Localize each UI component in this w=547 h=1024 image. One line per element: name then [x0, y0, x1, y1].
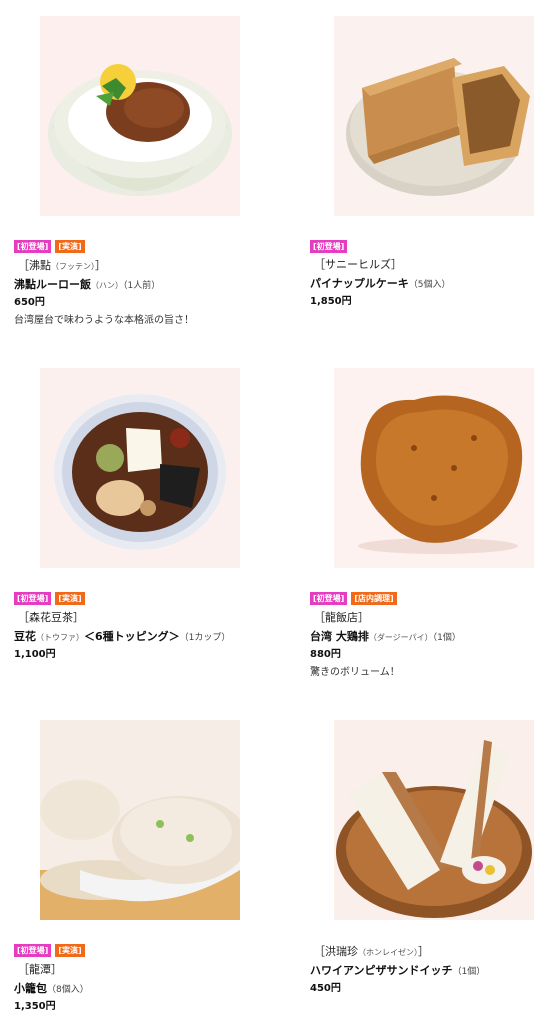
product-photo-sandwich[interactable] [334, 720, 534, 920]
name-reading: （ハン） [91, 281, 123, 290]
badge-new: [初登場] [14, 944, 52, 957]
product-name[interactable]: ハワイアンピザサンドイッチ（1個） [310, 963, 485, 980]
product-price: 650円 [14, 297, 45, 308]
pineapple-cake-icon [334, 16, 534, 216]
product-quantity: （5個入） [408, 280, 451, 290]
braised-pork-rice-bowl-icon [40, 16, 240, 216]
shop-reading: （ホンレイゼン） [358, 948, 418, 957]
badge-group: [初登場] [店内調理] [310, 592, 397, 605]
name-reading: （トウファ） [36, 633, 84, 642]
product-photo-braised-pork-rice[interactable] [40, 16, 240, 216]
badge-group: [初登場] [310, 240, 348, 253]
product-price: 1,850円 [310, 296, 352, 307]
product-description: 台湾屋台で味わうような本格派の旨さ！ [14, 315, 194, 326]
product-photo-pineapple-cake[interactable] [334, 16, 534, 216]
product-photo-fried-chicken[interactable] [334, 368, 534, 568]
shop-name: ［龍飯店］ [314, 611, 369, 624]
badge-new: [初登場] [14, 592, 52, 605]
product-photo-douhua[interactable] [40, 368, 240, 568]
badge-new: [初登場] [14, 240, 52, 253]
product-price: 880円 [310, 649, 341, 660]
shop-name: ［森花豆茶］ [18, 611, 84, 624]
product-quantity: （1カップ） [179, 633, 231, 643]
badge-new: [初登場] [310, 240, 348, 253]
sandwich-plate-icon [334, 720, 534, 920]
product-price: 1,350円 [14, 1001, 56, 1012]
douhua-bowl-icon [40, 368, 240, 568]
fried-chicken-cutlet-icon [334, 368, 534, 568]
badge-new: [初登場] [310, 592, 348, 605]
badge-in-store-cooking: [店内調理] [351, 592, 397, 605]
product-price: 1,100円 [14, 649, 56, 660]
product-name[interactable]: 沸點ルーロー飯（ハン）（1人前） [14, 277, 160, 294]
name-reading: （ダージーパイ） [368, 633, 433, 642]
product-quantity: （1個） [432, 633, 461, 643]
badge-live-demo: [実演] [55, 240, 85, 253]
product-photo-xiaolongbao[interactable] [40, 720, 240, 920]
badge-live-demo: [実演] [55, 592, 85, 605]
shop-name: ［洪瑞珍（ホンレイゼン）］ [314, 945, 429, 958]
name-extra: ＜6種トッピング＞ [84, 630, 180, 643]
xiaolongbao-icon [40, 720, 240, 920]
product-name[interactable]: 小籠包（8個入） [14, 981, 89, 998]
product-quantity: （1個） [452, 967, 486, 977]
shop-name: ［サニーヒルズ］ [314, 258, 402, 271]
product-description: 驚きのボリューム！ [310, 667, 400, 678]
product-quantity: （1人前） [123, 281, 161, 291]
product-quantity: （8個入） [47, 985, 89, 995]
badge-group: [初登場] [実演] [14, 592, 85, 605]
product-name[interactable]: 台湾 大鶏排（ダージーパイ）（1個） [310, 629, 461, 646]
shop-reading: （フッテン） [51, 262, 95, 271]
shop-name: ［沸點（フッテン）］ [18, 259, 106, 272]
product-name[interactable]: 豆花（トウファ）＜6種トッピング＞（1カップ） [14, 629, 230, 646]
product-price: 450円 [310, 983, 341, 994]
badge-live-demo: [実演] [55, 944, 85, 957]
badge-group: [初登場] [実演] [14, 944, 85, 957]
product-name[interactable]: パイナップルケーキ（5個入） [310, 276, 451, 293]
badge-group: [初登場] [実演] [14, 240, 85, 253]
shop-name: ［龍潭］ [18, 963, 62, 976]
